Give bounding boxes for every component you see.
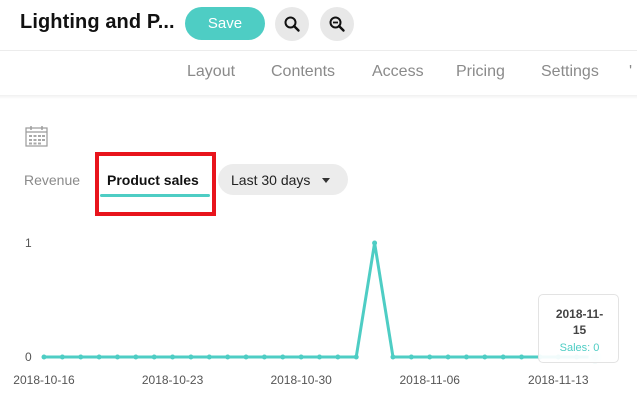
- search-icon: [284, 16, 300, 32]
- data-point[interactable]: [206, 354, 212, 360]
- x-tick-label: 2018-10-23: [142, 373, 204, 387]
- y-tick-label: 1: [25, 236, 32, 250]
- tab-access[interactable]: Access: [372, 63, 424, 81]
- tooltip-date-line1: 2018-11-: [555, 307, 604, 321]
- tab-overflow[interactable]: ': [629, 63, 637, 81]
- x-tick-label: 2018-11-13: [528, 373, 589, 387]
- data-point[interactable]: [114, 354, 120, 360]
- data-point[interactable]: [519, 354, 525, 360]
- calendar-icon: [25, 126, 48, 147]
- data-point[interactable]: [151, 354, 157, 360]
- data-point[interactable]: [482, 354, 488, 360]
- data-point[interactable]: [335, 354, 341, 360]
- save-button[interactable]: Save: [185, 7, 265, 40]
- data-point[interactable]: [59, 354, 65, 360]
- tooltip-sales: Sales: 0: [559, 342, 600, 354]
- tabs-divider: [0, 95, 637, 99]
- data-point[interactable]: [445, 354, 451, 360]
- data-point[interactable]: [243, 354, 249, 360]
- page-title: Lighting and P...: [20, 11, 175, 33]
- data-point[interactable]: [225, 354, 231, 360]
- zoom-out-icon: [329, 16, 345, 32]
- tab-settings[interactable]: Settings: [541, 63, 599, 81]
- data-point[interactable]: [500, 354, 506, 360]
- zoom-out-button[interactable]: [320, 7, 354, 41]
- data-point[interactable]: [188, 354, 194, 360]
- tooltip-date-line2: 15: [572, 323, 587, 337]
- data-point[interactable]: [170, 354, 176, 360]
- search-button[interactable]: [275, 7, 309, 41]
- data-point[interactable]: [353, 354, 359, 360]
- data-point[interactable]: [96, 354, 102, 360]
- top-bar: Lighting and P... Save: [0, 0, 637, 48]
- tab-pricing[interactable]: Pricing: [456, 63, 505, 81]
- sales-series-line: [44, 241, 595, 359]
- tooltip-date: 2018-11- 15: [539, 306, 620, 338]
- subtab-revenue[interactable]: Revenue: [24, 172, 80, 188]
- data-point[interactable]: [298, 354, 304, 360]
- data-point[interactable]: [280, 354, 286, 360]
- tab-layout[interactable]: Layout: [187, 63, 235, 81]
- data-point[interactable]: [408, 354, 414, 360]
- x-tick-label: 2018-11-06: [399, 373, 460, 387]
- date-range-value: Last 30 days: [231, 171, 311, 188]
- data-point[interactable]: [372, 240, 378, 246]
- caret-down-icon: [322, 178, 330, 183]
- x-tick-label: 2018-10-16: [13, 373, 75, 387]
- data-point[interactable]: [78, 354, 84, 360]
- data-point[interactable]: [390, 354, 396, 360]
- highlight-annotation: [95, 152, 216, 216]
- data-point[interactable]: [41, 354, 47, 360]
- data-point[interactable]: [261, 354, 267, 360]
- x-tick-label: 2018-10-30: [270, 373, 332, 387]
- calendar-button[interactable]: [25, 125, 48, 152]
- chart-tooltip: 2018-11- 15 Sales: 0: [538, 294, 619, 363]
- data-point[interactable]: [427, 354, 433, 360]
- data-point[interactable]: [317, 354, 322, 360]
- data-point[interactable]: [463, 354, 469, 360]
- tab-contents[interactable]: Contents: [271, 63, 335, 81]
- section-tabs: Layout Contents Access Pricing Settings …: [0, 51, 637, 95]
- data-point[interactable]: [133, 354, 139, 360]
- y-tick-label: 0: [25, 350, 32, 364]
